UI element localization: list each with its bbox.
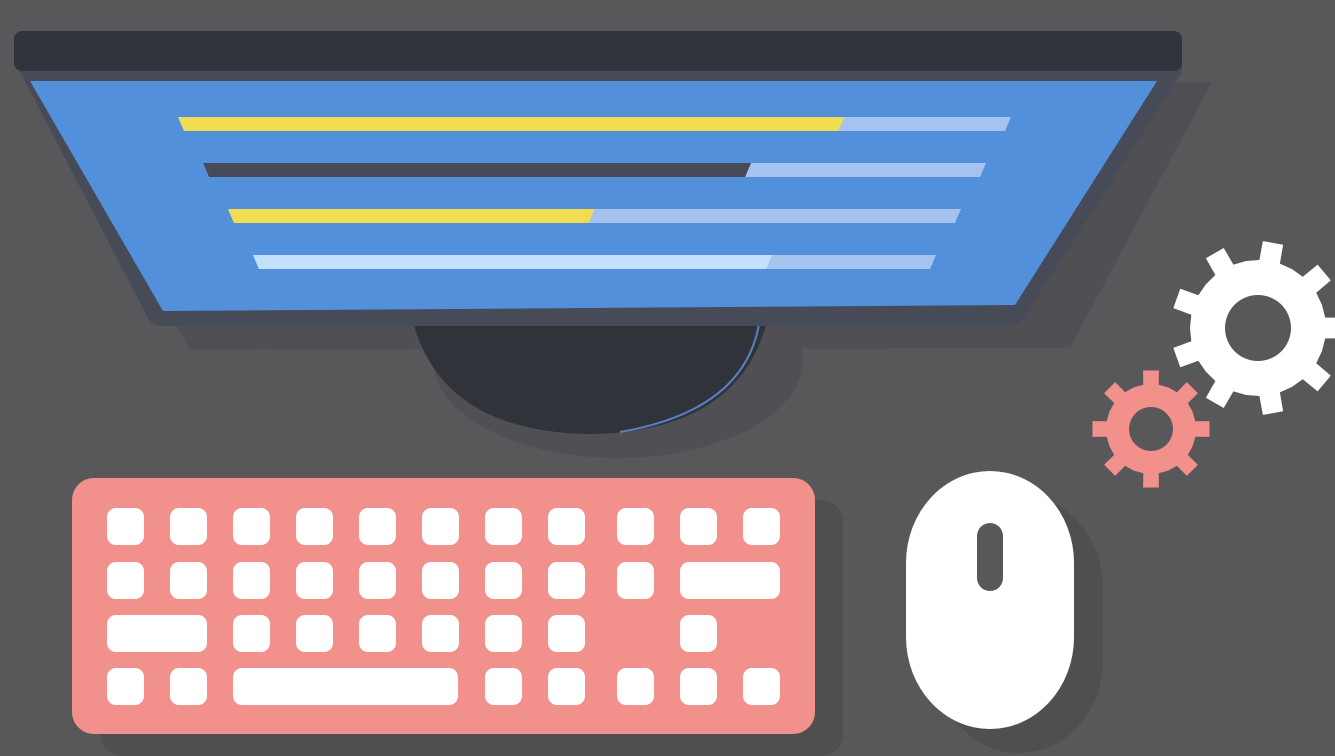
gear-icon xyxy=(1173,241,1335,415)
gear-hole xyxy=(1225,295,1291,361)
workspace-illustration xyxy=(0,0,1335,756)
gear-icon xyxy=(1092,370,1210,488)
gears-layer xyxy=(1092,241,1335,488)
gear-hole xyxy=(1129,407,1173,451)
